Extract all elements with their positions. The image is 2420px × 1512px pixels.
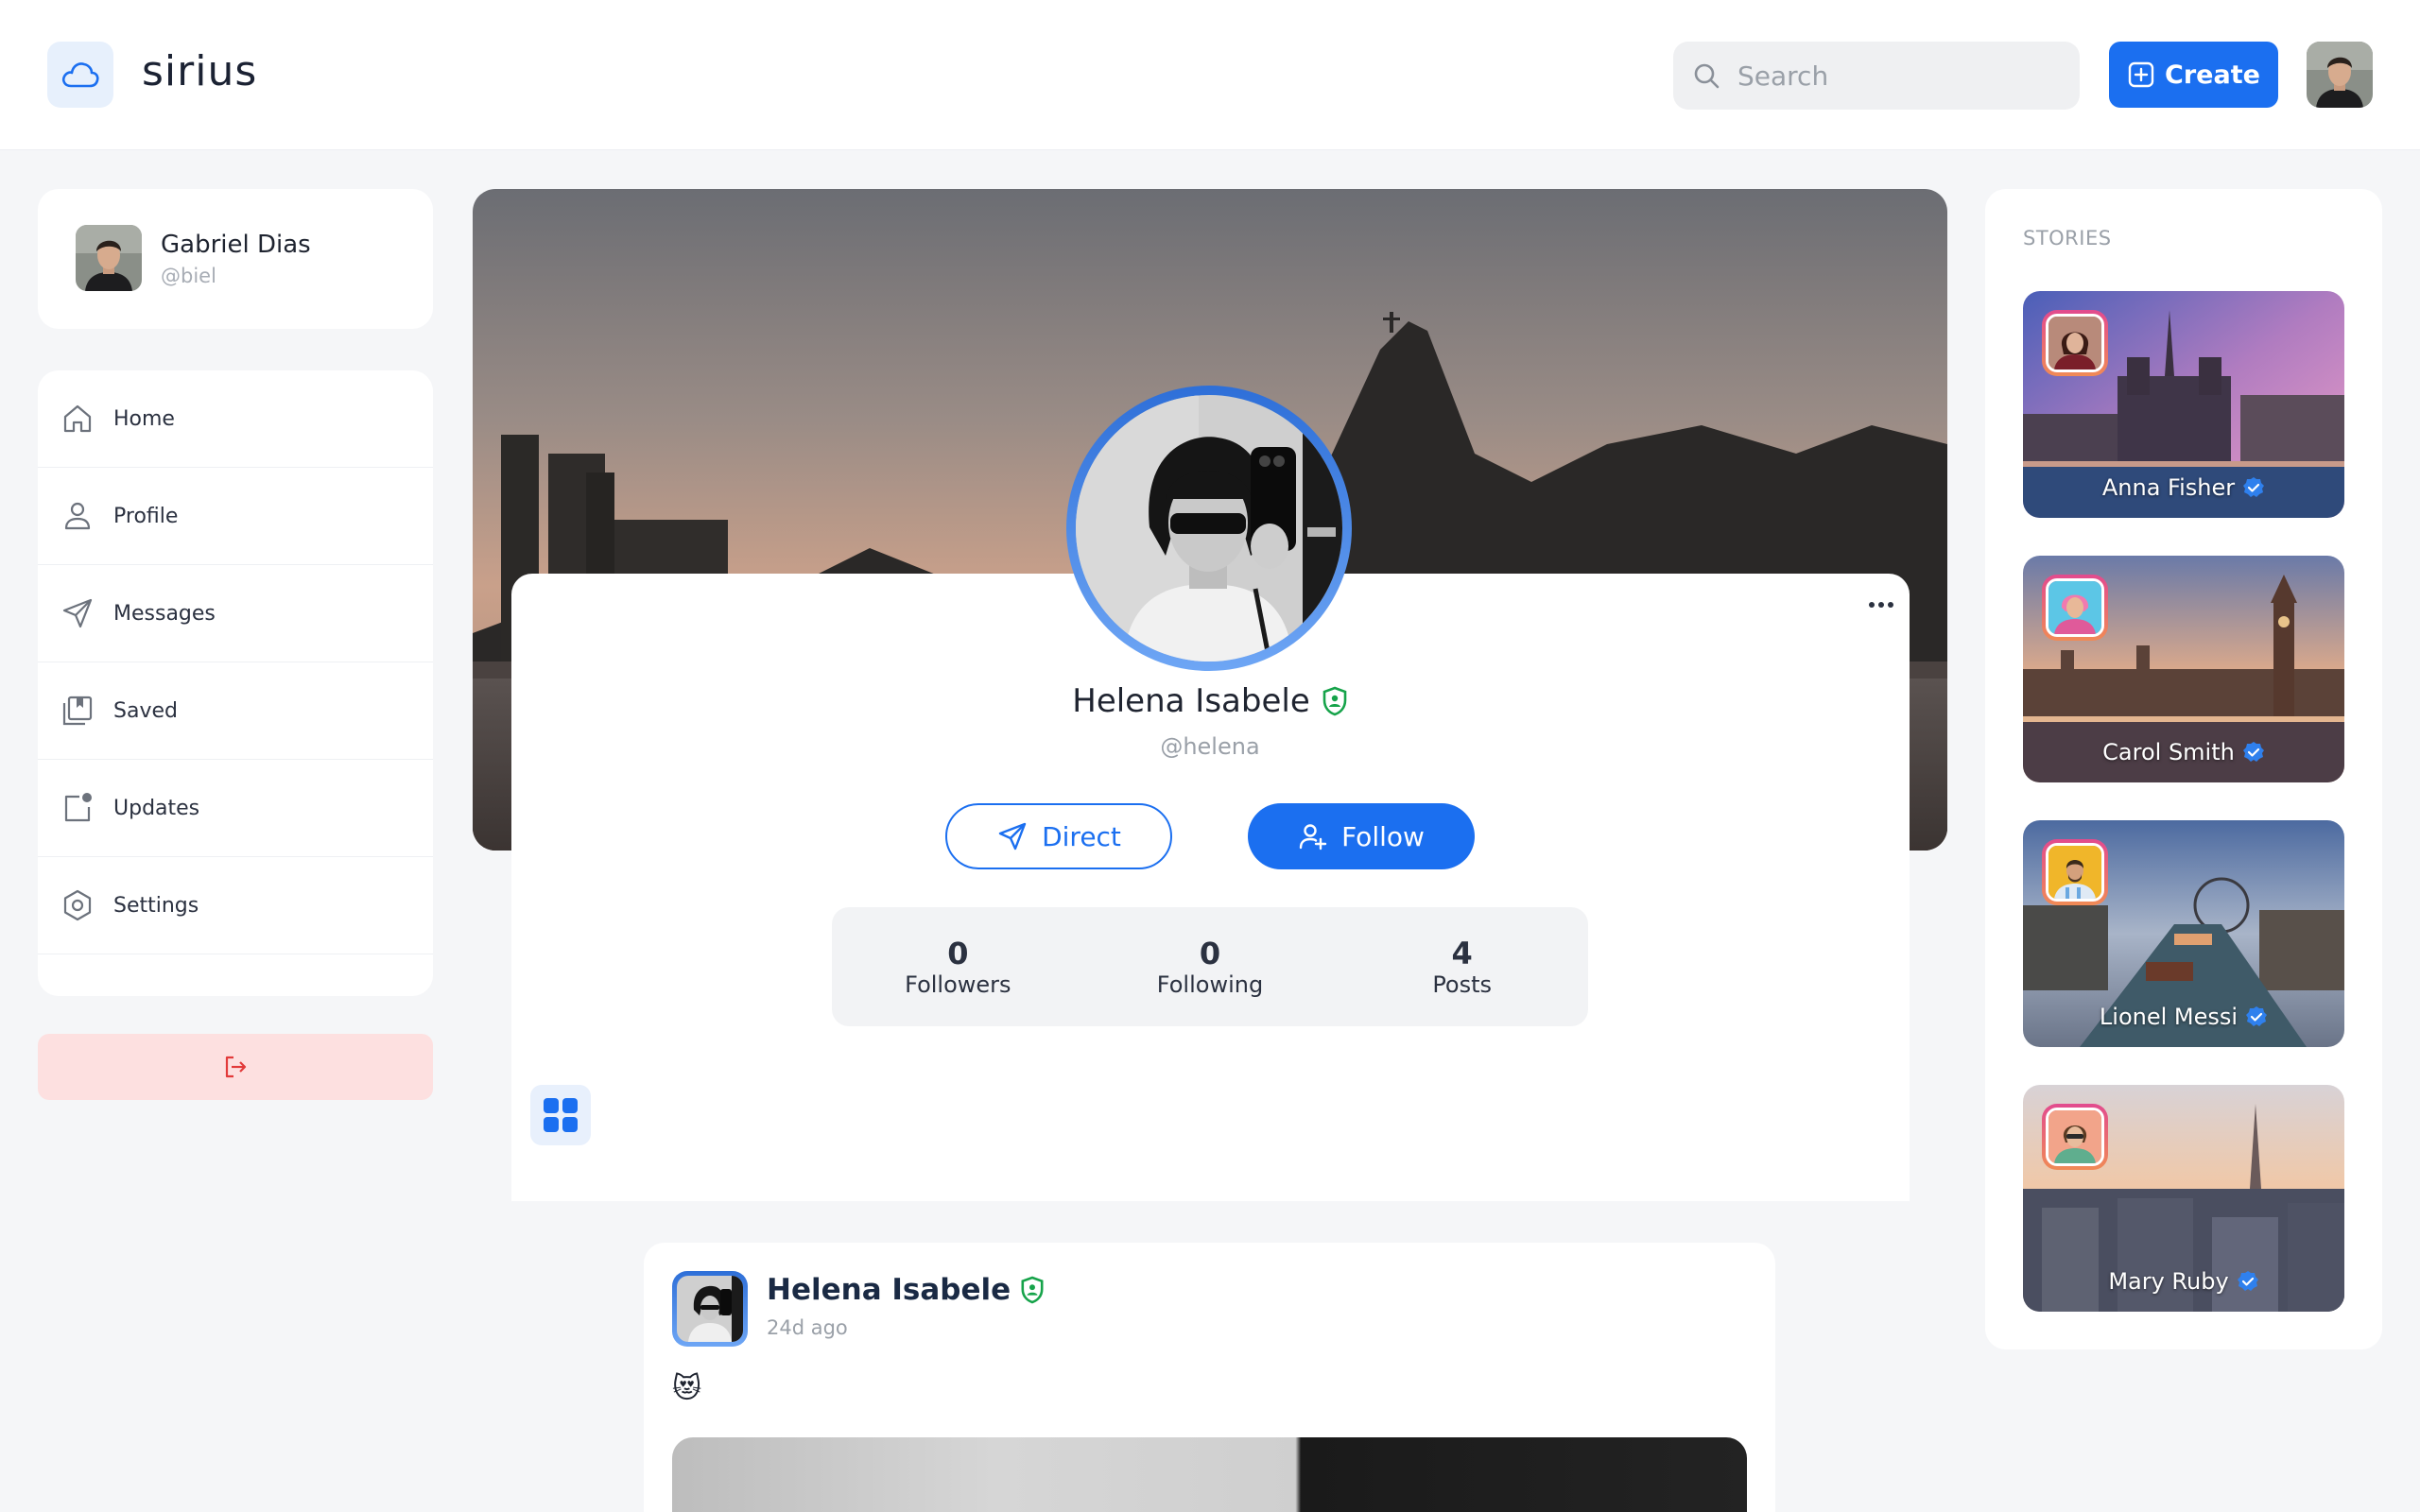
user-handle: @biel (161, 265, 216, 287)
dot (1878, 602, 1884, 608)
follow-button-label: Follow (1341, 820, 1425, 852)
verified-badge-icon (2246, 1006, 2268, 1026)
bookmark-icon (59, 692, 96, 730)
logout-icon (225, 1056, 247, 1078)
grid-icon (544, 1098, 578, 1132)
story-avatar (2042, 575, 2108, 641)
sidebar-item-label: Saved (113, 698, 178, 723)
post-author-avatar[interactable] (672, 1271, 748, 1347)
sidebar-item-saved[interactable]: Saved (38, 662, 433, 760)
story-name-row: Carol Smith (2023, 739, 2344, 765)
grid-view-button[interactable] (530, 1085, 591, 1145)
profile-avatar[interactable] (1066, 386, 1352, 671)
post-author-row: Helena Isabele (767, 1273, 1045, 1307)
story-name-row: Mary Ruby (2023, 1268, 2344, 1295)
current-user-card[interactable]: Gabriel Dias @biel (38, 189, 433, 329)
top-header: sirius Create (0, 0, 2420, 150)
stat-label: Followers (905, 971, 1011, 998)
search-input[interactable] (1737, 60, 2059, 92)
post-text: 😻 (672, 1372, 702, 1405)
current-user-avatar[interactable] (2307, 42, 2373, 108)
stat-value: 0 (1199, 936, 1221, 971)
more-options-button[interactable] (1853, 586, 1910, 624)
add-user-icon (1299, 824, 1327, 850)
verified-shield-icon (1021, 1276, 1044, 1304)
profile-handle: @helena (1160, 733, 1260, 760)
user-name: Gabriel Dias (161, 231, 311, 259)
sidebar-item-label: Profile (113, 504, 179, 528)
stat-value: 4 (1451, 936, 1473, 971)
sidebar-item-updates[interactable]: Updates (38, 760, 433, 857)
logout-button[interactable] (38, 1034, 433, 1100)
story-name: Mary Ruby (2108, 1268, 2229, 1295)
story-avatar (2042, 1104, 2108, 1170)
stat-label: Posts (1432, 971, 1493, 998)
follow-button[interactable]: Follow (1248, 803, 1475, 869)
dot (1888, 602, 1893, 608)
cloud-logo-icon[interactable] (47, 42, 113, 108)
verified-badge-icon (2237, 1271, 2258, 1291)
story-item[interactable]: Lionel Messi (2023, 820, 2344, 1047)
notification-icon (59, 789, 96, 827)
create-button-label: Create (2165, 60, 2260, 90)
story-name: Carol Smith (2102, 739, 2235, 765)
verified-shield-icon (1322, 686, 1347, 716)
story-avatar (2042, 310, 2108, 376)
settings-icon (59, 886, 96, 924)
story-name: Anna Fisher (2101, 474, 2236, 501)
user-icon (59, 497, 96, 535)
stat-value: 0 (947, 936, 969, 971)
stat-following[interactable]: 0 Following (1084, 907, 1337, 1026)
sidebar-item-settings[interactable]: Settings (38, 857, 433, 954)
stat-posts[interactable]: 4 Posts (1336, 907, 1588, 1026)
profile-name: Helena Isabele (1072, 682, 1310, 720)
post-timestamp: 24d ago (767, 1316, 848, 1339)
sidebar-item-label: Home (113, 406, 175, 431)
post-card: Helena Isabele 24d ago 😻 (644, 1243, 1775, 1512)
create-button[interactable]: Create (2109, 42, 2278, 108)
story-item[interactable]: Mary Ruby (2023, 1085, 2344, 1312)
user-avatar (76, 225, 142, 291)
story-name-row: Lionel Messi (2023, 1004, 2344, 1030)
plus-square-icon (2128, 61, 2154, 88)
post-image[interactable] (672, 1437, 1747, 1512)
sidebar-item-home[interactable]: Home (38, 370, 433, 468)
sidebar-item-profile[interactable]: Profile (38, 468, 433, 565)
sidebar-item-messages[interactable]: Messages (38, 565, 433, 662)
post-author-name[interactable]: Helena Isabele (767, 1273, 1011, 1307)
brand-name[interactable]: sirius (142, 47, 257, 95)
direct-button-label: Direct (1042, 820, 1121, 852)
verified-badge-icon (2242, 742, 2264, 762)
home-icon (59, 400, 96, 438)
profile-stats: 0 Followers 0 Following 4 Posts (832, 907, 1588, 1026)
sidebar-nav: Home Profile Messages Saved Updates Sett… (38, 370, 433, 996)
dot (1869, 602, 1875, 608)
direct-message-button[interactable]: Direct (945, 803, 1172, 869)
search-box[interactable] (1673, 42, 2080, 110)
sidebar-item-label: Updates (113, 796, 200, 820)
verified-badge-icon (2243, 477, 2265, 497)
send-icon (998, 822, 1027, 850)
stat-label: Following (1156, 971, 1264, 998)
sidebar-item-label: Messages (113, 601, 216, 626)
story-item[interactable]: Anna Fisher (2023, 291, 2344, 518)
search-icon (1694, 63, 1720, 89)
story-name-row: Anna Fisher (2023, 474, 2344, 501)
stories-title: STORIES (2023, 227, 2112, 249)
stat-followers[interactable]: 0 Followers (832, 907, 1084, 1026)
story-avatar (2042, 839, 2108, 905)
send-icon (59, 594, 96, 632)
sidebar-item-label: Settings (113, 893, 199, 918)
story-item[interactable]: Carol Smith (2023, 556, 2344, 782)
story-name: Lionel Messi (2099, 1004, 2238, 1030)
stories-panel: STORIES Anna Fisher Carol Smith Lionel M… (1985, 189, 2382, 1349)
profile-name-row: Helena Isabele (945, 679, 1475, 724)
